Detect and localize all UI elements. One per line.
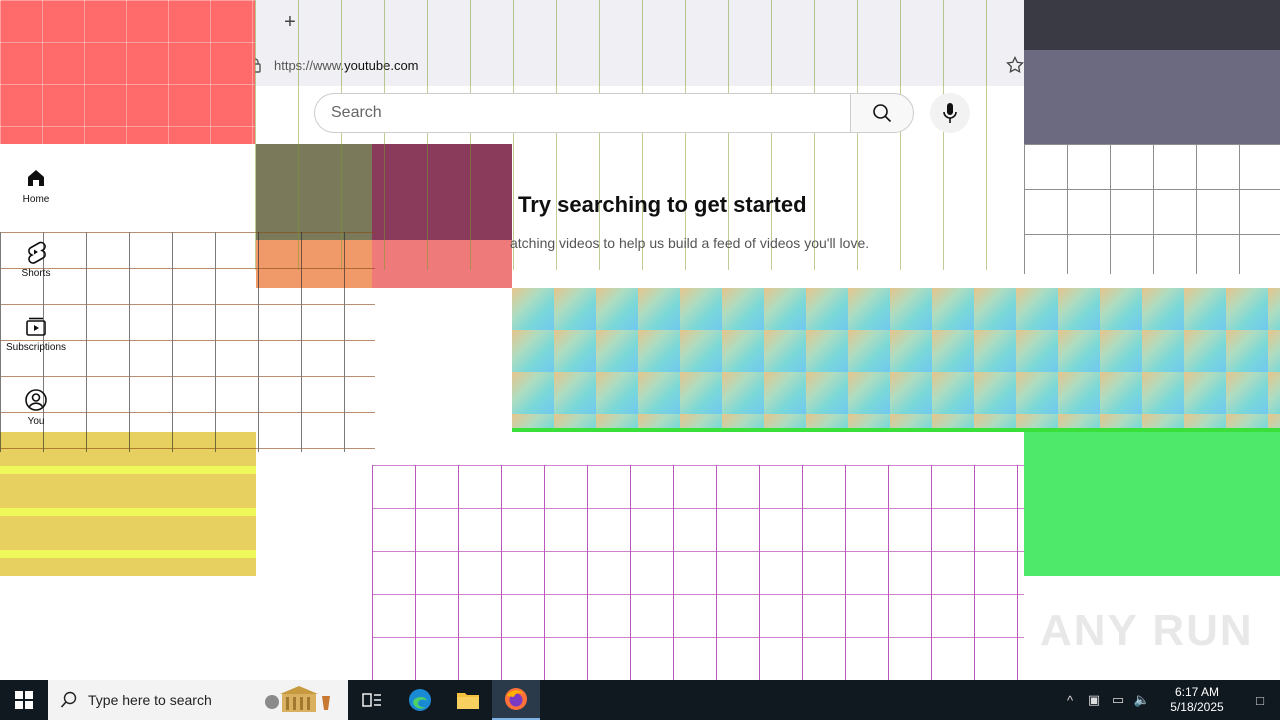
pink-glitch-block — [0, 0, 255, 144]
sidebar-nav: Home Shorts Subscriptions You — [0, 148, 72, 444]
museum-icon — [265, 686, 330, 712]
url-domain: youtube.com — [344, 57, 419, 73]
empty-state-title: Try searching to get started — [518, 192, 807, 217]
chevron-up-icon[interactable]: ^ — [1058, 693, 1082, 708]
dark-glitch-block — [1024, 0, 1280, 144]
youtube-search-bar: Search — [314, 93, 914, 133]
firefox-icon — [505, 688, 527, 710]
edge-taskbar-button[interactable] — [396, 680, 444, 720]
sidebar-item-label: Subscriptions — [5, 341, 67, 353]
account-icon — [25, 388, 47, 411]
home-icon — [28, 169, 44, 186]
search-button[interactable] — [850, 93, 914, 133]
taskbar-clock[interactable]: 6:17 AM 5/18/2025 — [1154, 685, 1240, 715]
windows-taskbar: Type here to search ^ ▣ ▭ 🔈 6:17 AM 5/18… — [0, 680, 1280, 720]
clock-time: 6:17 AM — [1174, 685, 1220, 699]
search-icon — [873, 104, 892, 123]
url-field[interactable]: https://www.youtube.com — [248, 52, 1028, 78]
monitor-icon[interactable]: ▭ — [1106, 692, 1130, 708]
folder-icon — [457, 693, 479, 709]
task-view-button[interactable] — [348, 680, 396, 720]
sidebar-item-you[interactable]: You — [0, 370, 72, 444]
taskbar-search-placeholder: Type here to search — [88, 692, 212, 708]
taskbar-search[interactable]: Type here to search — [48, 680, 252, 720]
clock-date: 5/18/2025 — [1170, 700, 1224, 714]
firefox-taskbar-button[interactable] — [492, 680, 540, 720]
volume-icon[interactable]: 🔈 — [1130, 692, 1154, 708]
sidebar-item-subscriptions[interactable]: Subscriptions — [0, 296, 72, 370]
screen: + https://www.youtube.com Search Home Sh… — [0, 0, 1280, 720]
notification-icon[interactable]: □ — [1240, 693, 1280, 708]
sidebar-item-shorts[interactable]: Shorts — [0, 222, 72, 296]
network-icon[interactable]: ▣ — [1082, 692, 1106, 708]
sidebar-item-label: Shorts — [21, 267, 51, 279]
windows-logo-icon — [15, 691, 33, 709]
edge-icon — [409, 689, 431, 711]
new-tab-button[interactable]: + — [276, 8, 304, 36]
sidebar-item-home[interactable]: Home — [0, 148, 72, 222]
task-view-icon — [362, 693, 381, 707]
anyrun-watermark: ANY RUN — [1040, 606, 1254, 655]
green-glitch-block — [1024, 432, 1280, 576]
subscriptions-icon — [26, 317, 46, 336]
gradient-glitch-block — [512, 288, 1280, 432]
sidebar-item-label: Home — [22, 193, 50, 205]
yellow-glitch-block — [0, 432, 256, 576]
file-explorer-button[interactable] — [444, 680, 492, 720]
start-button[interactable] — [0, 680, 48, 720]
empty-state-subtitle: atching videos to help us build a feed o… — [510, 235, 870, 251]
microphone-icon — [943, 103, 957, 123]
shorts-icon — [28, 241, 46, 264]
magenta-grid-artifact — [372, 465, 1024, 680]
search-input[interactable]: Search — [314, 93, 850, 133]
url-prefix: https://www. — [274, 57, 345, 73]
sidebar-item-label: You — [27, 415, 45, 427]
thumbnail-glitch-lower — [256, 240, 512, 288]
search-highlight-image — [252, 680, 348, 720]
system-tray: ^ ▣ ▭ 🔈 6:17 AM 5/18/2025 □ — [1058, 680, 1280, 720]
bookmark-star-icon[interactable] — [1006, 56, 1024, 74]
voice-search-button[interactable] — [930, 93, 970, 133]
dark-grid-artifact — [1024, 144, 1280, 274]
search-icon — [60, 691, 77, 708]
